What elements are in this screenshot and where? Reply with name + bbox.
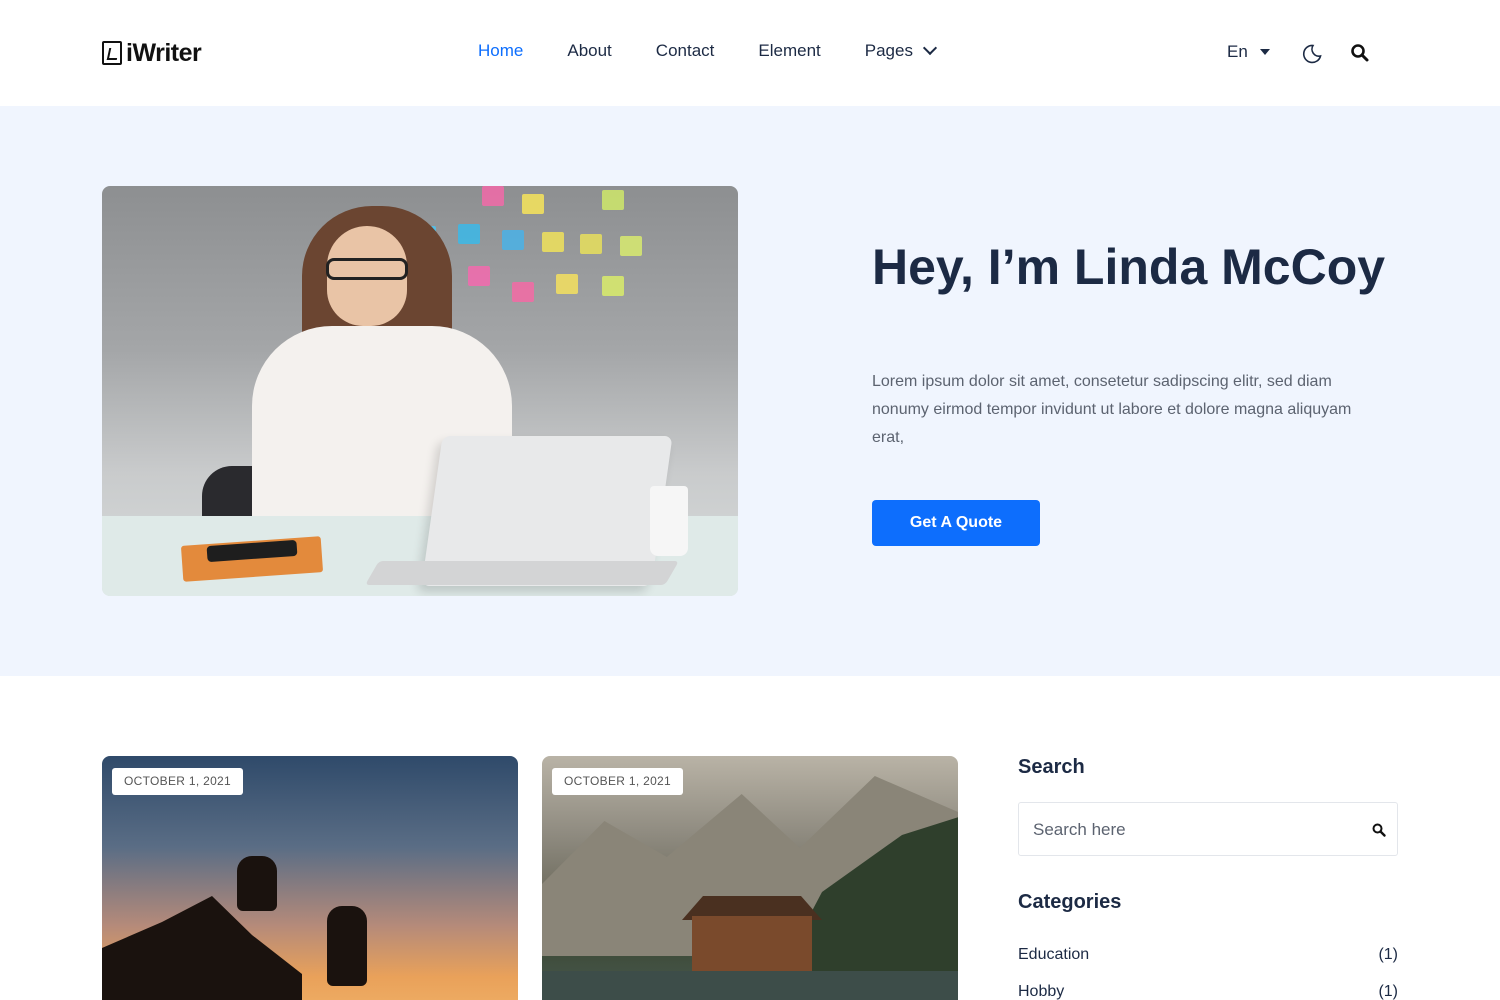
hero-section: Hey, I’m Linda McCoy Lorem ipsum dolor s… (0, 106, 1500, 676)
nav-contact[interactable]: Contact (656, 41, 715, 61)
moon-icon[interactable] (1302, 44, 1322, 64)
category-count: (1) (1378, 983, 1398, 1000)
search-input[interactable] (1033, 817, 1353, 843)
nav-about[interactable]: About (567, 41, 611, 61)
nav-element[interactable]: Element (758, 41, 820, 61)
caret-down-icon (1259, 49, 1270, 55)
category-name: Hobby (1018, 983, 1065, 1000)
category-item[interactable]: Hobby (1) (1018, 983, 1398, 1000)
search-icon[interactable] (1371, 822, 1387, 838)
sidebar-search-title: Search (1018, 756, 1085, 778)
search-icon[interactable] (1350, 43, 1370, 63)
post-card[interactable]: OCTOBER 1, 2021 (102, 756, 518, 1000)
get-a-quote-button[interactable]: Get A Quote (872, 500, 1040, 546)
post-date-badge: OCTOBER 1, 2021 (112, 768, 243, 795)
category-item[interactable]: Education (1) (1018, 946, 1398, 964)
language-label: En (1227, 42, 1248, 61)
category-name: Education (1018, 946, 1090, 963)
nav-pages-label: Pages (864, 41, 913, 60)
hero-description: Lorem ipsum dolor sit amet, consetetur s… (872, 373, 1352, 446)
logo-icon (102, 41, 122, 65)
hero-image (102, 186, 738, 596)
hero-title: Hey, I’m Linda McCoy (872, 239, 1386, 295)
post-card[interactable]: OCTOBER 1, 2021 (542, 756, 958, 1000)
nav-home[interactable]: Home (478, 41, 523, 61)
category-count: (1) (1378, 946, 1398, 963)
nav-pages[interactable]: Pages (864, 40, 938, 61)
site-header: iWriter Home About Contact Element Pages… (0, 0, 1500, 106)
site-logo[interactable]: iWriter (102, 38, 202, 68)
sidebar-categories-title: Categories (1018, 891, 1122, 913)
language-selector[interactable]: En (1227, 42, 1270, 62)
chevron-down-icon (922, 40, 938, 56)
main-nav: Home About Contact Element Pages (478, 40, 979, 61)
post-date-badge: OCTOBER 1, 2021 (552, 768, 683, 795)
sidebar-search-box (1018, 802, 1398, 856)
logo-text: iWriter (126, 38, 202, 67)
